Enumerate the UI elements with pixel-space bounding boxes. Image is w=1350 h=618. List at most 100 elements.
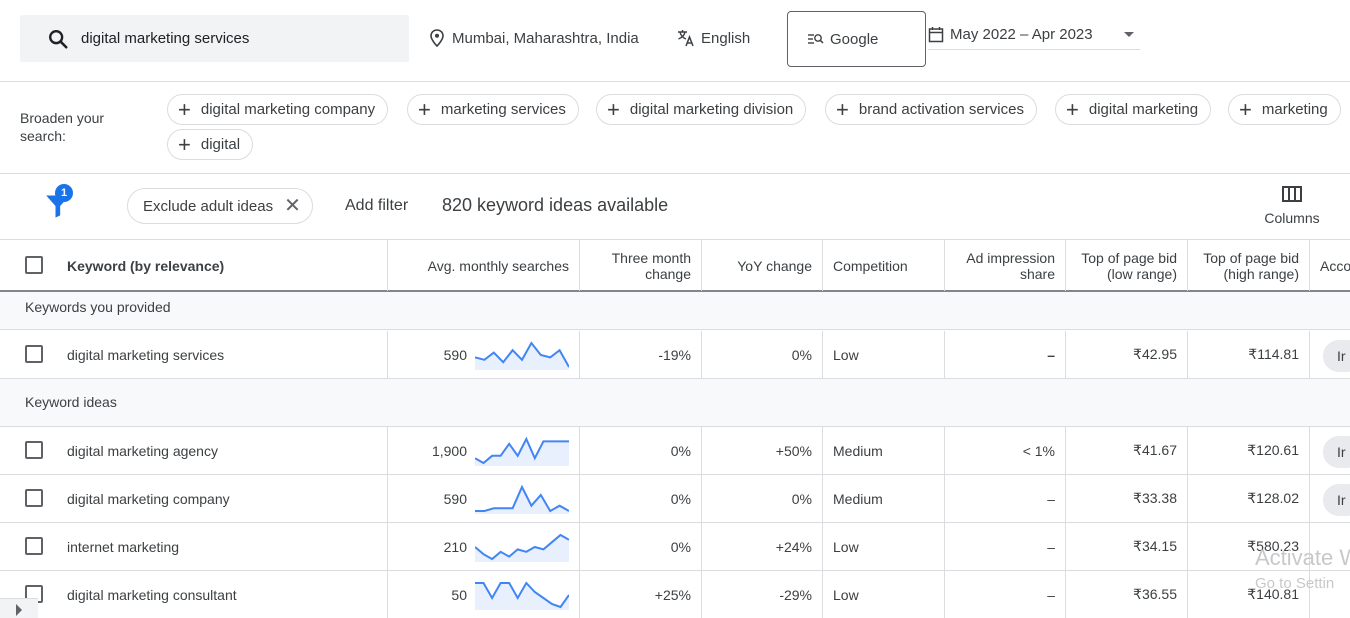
yoy-cell: +50% — [702, 427, 823, 474]
col-account-label: Acco — [1320, 257, 1350, 274]
yoy-cell: 0% — [702, 475, 823, 522]
account-status-pill[interactable]: Ir — [1323, 484, 1350, 516]
competition-cell: Low — [823, 571, 945, 618]
ad-share-cell: – — [945, 523, 1066, 570]
plus-icon: + — [178, 96, 191, 122]
keyword-cell: internet marketing — [0, 523, 388, 570]
location-pin-icon — [430, 29, 444, 47]
three-month-cell: 0% — [580, 475, 702, 522]
table-row[interactable]: digital marketing consultant 50 +25% -29… — [0, 571, 1350, 618]
broaden-label: Broaden your search: — [20, 110, 105, 144]
col-ad-share[interactable]: Ad impression share — [945, 240, 1066, 291]
filter-count-badge: 1 — [55, 184, 73, 202]
calendar-icon — [928, 27, 944, 43]
col-yoy[interactable]: YoY change — [702, 240, 823, 291]
sparkline-area — [475, 438, 569, 466]
activation-watermark: Activate W — [1255, 545, 1350, 570]
chip-label: brand activation services — [858, 101, 1024, 118]
col-account[interactable]: Acco — [1310, 240, 1350, 291]
location-selector[interactable]: Mumbai, Maharashtra, India — [430, 29, 639, 47]
columns-button[interactable]: Columns — [1262, 184, 1322, 226]
searches-value: 210 — [443, 538, 467, 555]
bid-low-cell: ₹36.55 — [1066, 571, 1188, 618]
chip-label: digital — [200, 136, 241, 153]
keyword-ideas-count: 820 keyword ideas available — [442, 195, 669, 215]
yoy-cell: -29% — [702, 571, 823, 618]
chip-label: digital marketing — [1088, 101, 1199, 118]
add-filter-button[interactable]: Add filter — [345, 197, 408, 215]
date-range-label: May 2022 – Apr 2023 — [950, 26, 1093, 43]
account-status-pill[interactable]: Ir — [1323, 340, 1350, 372]
keyword-cell: digital marketing agency — [0, 427, 388, 474]
exclude-adult-ideas-chip[interactable]: Exclude adult ideas ✕ — [127, 188, 313, 224]
plus-icon: + — [836, 96, 849, 122]
searches-value: 590 — [443, 490, 467, 507]
language-selector[interactable]: English — [677, 29, 750, 47]
exclude-chip-label: Exclude adult ideas — [143, 197, 274, 215]
search-input-value[interactable]: digital marketing services — [81, 30, 249, 47]
date-range-selector[interactable]: May 2022 – Apr 2023 — [928, 26, 1140, 50]
trend-sparkline — [475, 580, 569, 610]
plus-icon: + — [418, 96, 431, 122]
searches-cell: 590 — [388, 475, 580, 522]
expand-panel-handle[interactable] — [0, 598, 38, 618]
keyword-search-field[interactable]: digital marketing services — [20, 15, 409, 62]
broaden-chip[interactable]: + digital marketing division — [596, 94, 807, 125]
ad-share-cell: < 1% — [945, 427, 1066, 474]
broaden-chip[interactable]: + brand activation services — [825, 94, 1037, 125]
chip-label: marketing — [1261, 101, 1328, 118]
bid-low-cell: ₹41.67 — [1066, 427, 1188, 474]
col-avg-searches[interactable]: Avg. monthly searches — [388, 240, 580, 291]
competition-cell: Medium — [823, 475, 945, 522]
search-icon — [49, 29, 68, 49]
ad-share-cell: – — [945, 475, 1066, 522]
table-row[interactable]: digital marketing company 590 0% 0% Medi… — [0, 475, 1350, 523]
searches-value: 1,900 — [431, 442, 467, 459]
col-competition-label: Competition — [833, 257, 908, 274]
chip-label: marketing services — [440, 101, 566, 118]
col-competition[interactable]: Competition — [823, 240, 945, 291]
col-bid-high[interactable]: Top of page bid (high range) — [1188, 240, 1310, 291]
col-bid-high-label: Top of page bid (high range) — [1203, 249, 1299, 282]
keyword-cell: digital marketing company — [0, 475, 388, 522]
three-month-cell: 0% — [580, 523, 702, 570]
plus-icon: + — [1066, 96, 1079, 122]
translate-icon — [678, 30, 694, 47]
competition-cell: Medium — [823, 427, 945, 474]
bid-high-cell: ₹114.81 — [1188, 331, 1310, 378]
broaden-chip[interactable]: + digital — [167, 129, 254, 160]
trend-sparkline — [475, 533, 569, 562]
searches-cell: 50 — [388, 571, 580, 618]
broaden-chip[interactable]: + digital marketing company — [167, 94, 389, 125]
group-keywords-provided: Keywords you provided — [0, 292, 1350, 330]
chip-label: digital marketing division — [629, 101, 794, 118]
trend-sparkline — [475, 436, 569, 466]
col-keyword-label: Keyword (by relevance) — [67, 257, 225, 274]
col-ad-share-label: Ad impression share — [966, 249, 1055, 282]
plus-icon: + — [1239, 96, 1252, 122]
broaden-chip[interactable]: + marketing services — [407, 94, 579, 125]
col-bid-low[interactable]: Top of page bid (low range) — [1066, 240, 1188, 291]
table-row[interactable]: internet marketing 210 0% +24% Low – ₹34… — [0, 523, 1350, 571]
table-row[interactable]: digital marketing services 590 -19% 0% L… — [0, 331, 1350, 379]
col-keyword[interactable]: Keyword (by relevance) — [0, 240, 388, 291]
close-icon[interactable]: ✕ — [284, 196, 301, 216]
ad-share-cell: – — [945, 331, 1066, 378]
bid-high-cell: ₹128.02 — [1188, 475, 1310, 522]
broaden-chip[interactable]: + marketing — [1228, 94, 1341, 125]
broaden-chip[interactable]: + digital marketing — [1055, 94, 1212, 125]
bid-low-cell: ₹34.15 — [1066, 523, 1188, 570]
yoy-cell: 0% — [702, 331, 823, 378]
account-status-pill[interactable]: Ir — [1323, 436, 1350, 468]
table-row[interactable]: digital marketing agency 1,900 0% +50% M… — [0, 427, 1350, 475]
col-yoy-label: YoY change — [737, 257, 812, 274]
search-network-button[interactable]: Google — [787, 11, 926, 67]
dropdown-arrow-icon[interactable] — [1123, 31, 1135, 38]
three-month-cell: -19% — [580, 331, 702, 378]
searches-cell: 590 — [388, 331, 580, 378]
competition-cell: Low — [823, 331, 945, 378]
ad-share-cell: – — [945, 571, 1066, 618]
keyword-cell: digital marketing services — [0, 331, 388, 378]
col-three-month[interactable]: Three month change — [580, 240, 702, 291]
searches-value: 590 — [443, 346, 467, 363]
